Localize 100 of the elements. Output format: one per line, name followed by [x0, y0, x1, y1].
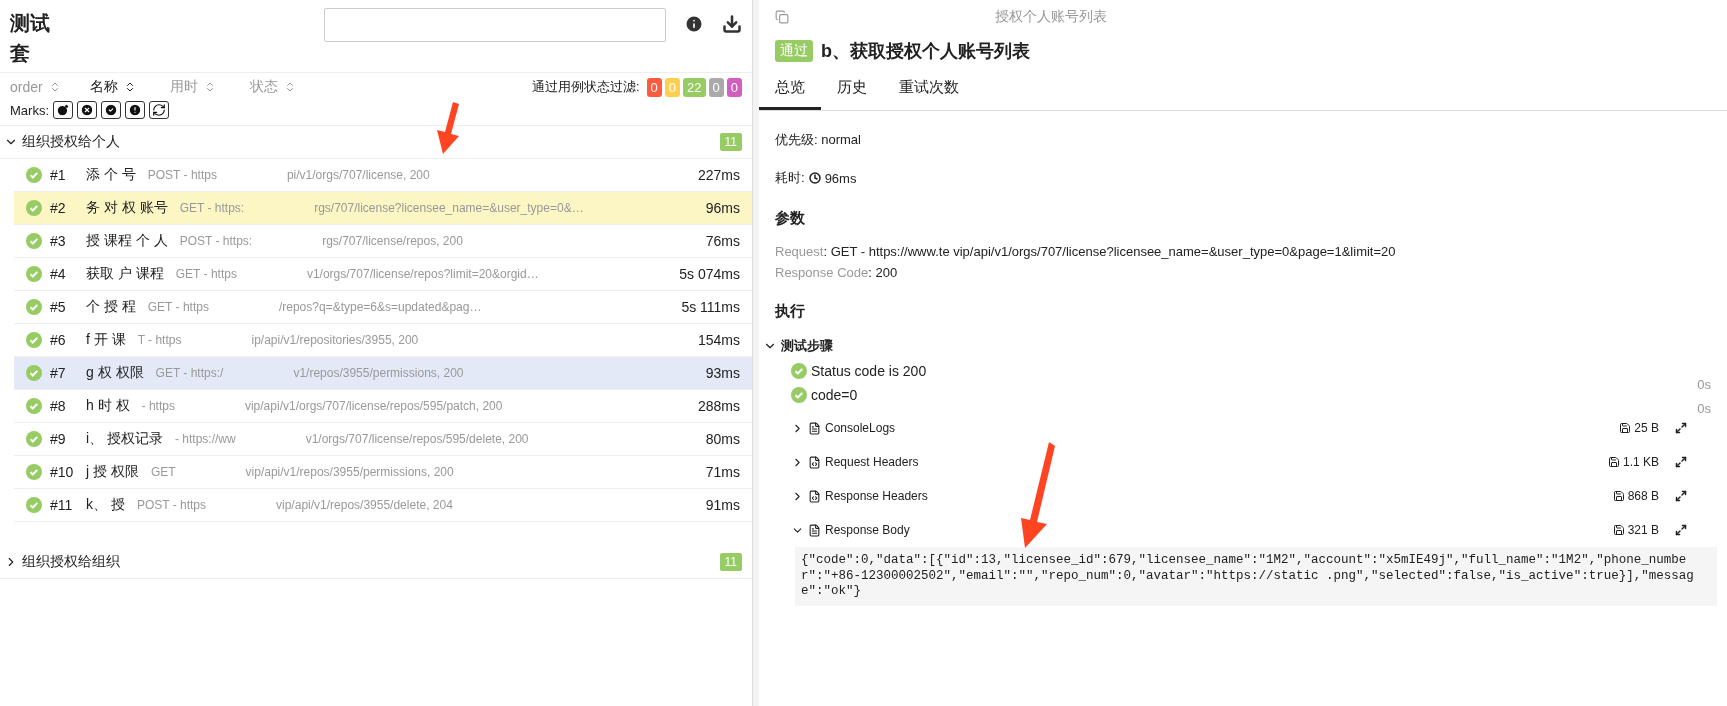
check-circle-icon: [26, 167, 42, 183]
copy-icon[interactable]: [775, 10, 789, 24]
test-title: b、获取授权个人账号列表: [821, 40, 1030, 63]
sort-icon: [124, 81, 136, 93]
test-number: #10: [50, 464, 75, 480]
test-number: #3: [50, 233, 67, 249]
test-name: f 开 课: [86, 331, 126, 349]
test-duration: 76ms: [705, 233, 740, 249]
sort-icon: [284, 81, 296, 93]
test-duration: 288ms: [697, 398, 740, 414]
request-method: GET - https: [147, 300, 209, 314]
request-url: v1/orgs/707/license/repos/595/delete, 200: [305, 432, 529, 446]
priority-text: 优先级: normal: [775, 131, 862, 149]
attachment-size: 321 B: [1627, 523, 1659, 537]
attachment-size: 868 B: [1627, 489, 1659, 503]
test-number: #2: [50, 200, 67, 216]
test-duration: 154ms: [697, 332, 740, 348]
check-circle-icon: [26, 200, 42, 216]
test-duration: 5s 074ms: [679, 266, 740, 282]
tab[interactable]: 重试次数: [883, 68, 975, 110]
test-duration: 91ms: [705, 497, 740, 513]
filter-label: 通过用例状态过滤:: [531, 78, 640, 96]
attachment-row[interactable]: Response Headers 868 B: [791, 479, 1727, 513]
section-heading: 参数: [775, 209, 806, 228]
request-method: GET - https: [175, 267, 237, 281]
save-icon: [1607, 456, 1620, 468]
attachment-name: ConsoleLogs: [825, 421, 896, 435]
test-number: #9: [50, 431, 67, 447]
info-icon[interactable]: [684, 14, 704, 34]
search-field[interactable]: [323, 8, 666, 42]
request-url: rgs/707/license/repos, 200: [322, 234, 463, 248]
test-name: i、 授权记录: [86, 430, 163, 448]
request-method: GET: [150, 465, 176, 479]
check-circle-icon: [26, 266, 42, 282]
test-number: #5: [50, 299, 67, 315]
test-duration: 71ms: [705, 464, 740, 480]
request-method: POST - https: [147, 168, 217, 182]
alert-icon[interactable]: [125, 101, 145, 119]
step-duration: 0s: [1697, 377, 1711, 392]
group-name: 组织授权给个人: [22, 133, 120, 151]
request-url: ip/api/v1/repositories/3955, 200: [251, 333, 419, 347]
suite-title: 测试套: [10, 11, 51, 66]
attachment-name: Request Headers: [825, 455, 919, 469]
refresh-icon[interactable]: [149, 101, 169, 119]
test-number: #6: [50, 332, 67, 348]
attachment-name: Response Body: [825, 523, 910, 537]
expand-icon[interactable]: [1675, 456, 1687, 468]
bomb-icon[interactable]: [53, 101, 73, 119]
check-circle-icon: [26, 431, 42, 447]
test-name: 务 对 权 账号: [86, 199, 168, 217]
test-row[interactable]: #7 g 权 权限 GET - https:/ v1/repos/3955/permissions, 200 93ms: [14, 357, 752, 390]
test-number: #1: [50, 167, 67, 183]
save-icon: [1612, 524, 1625, 536]
attachment-row[interactable]: Response Body 321 B: [791, 513, 1727, 547]
request-url: /repos?q=&type=6&s=updated&pag…: [278, 300, 482, 314]
duration-value: 96ms: [824, 170, 857, 186]
check-circle-icon: [26, 365, 42, 381]
attachment-name: Response Headers: [825, 489, 928, 503]
test-name: 添 个 号: [86, 166, 136, 184]
breadcrumb: 授权个人账号列表: [995, 8, 1107, 26]
group-count: 11: [719, 133, 742, 151]
attachment-size: 1.1 KB: [1622, 455, 1659, 469]
download-icon[interactable]: [722, 14, 742, 34]
close-circle-icon[interactable]: [77, 101, 97, 119]
annotation-arrow: [435, 100, 461, 156]
sort-header[interactable]: 名称: [90, 78, 170, 96]
attachment-row[interactable]: Request Headers 1.1 KB: [791, 445, 1727, 479]
check-circle-icon: [26, 233, 42, 249]
group-row[interactable]: 组织授权给组织 11: [0, 546, 752, 579]
request-method: - https://ww: [175, 432, 236, 446]
test-duration: 227ms: [697, 167, 740, 183]
test-number: #11: [50, 497, 74, 513]
check-circle-icon: [26, 497, 42, 513]
file-icon: [808, 421, 821, 435]
expand-icon[interactable]: [1675, 524, 1687, 536]
request-url: vip/api/v1/repos/3955/delete, 204: [276, 498, 453, 512]
sort-icon: [204, 81, 216, 93]
test-duration: 96ms: [705, 200, 740, 216]
group-name: 组织授权给组织: [22, 553, 120, 571]
clock-icon: [808, 172, 821, 184]
test-name: k、 授: [86, 496, 125, 514]
steps-heading: 测试步骤: [781, 337, 833, 355]
check-circle-icon[interactable]: [101, 101, 121, 119]
tab[interactable]: 历史: [821, 68, 883, 110]
test-duration: 5s 111ms: [681, 299, 740, 315]
status-badge: 通过: [775, 40, 813, 62]
expand-icon[interactable]: [1675, 490, 1687, 502]
check-circle-icon: [26, 332, 42, 348]
check-circle-icon: [26, 299, 42, 315]
request-url: vip/api/v1/repos/3955/permissions, 200: [245, 465, 454, 479]
test-name: 个 授 程: [86, 298, 136, 316]
tab[interactable]: 总览: [759, 68, 821, 110]
test-row[interactable]: #2 务 对 权 账号 GET - https: rgs/707/license?licensee_name=&user_type=0&… 96ms: [14, 192, 752, 225]
test-name: g 权 权限: [86, 364, 144, 382]
attachment-size: 25 B: [1634, 421, 1659, 435]
request-url: v1/orgs/707/license/repos?limit=20&orgid…: [306, 267, 539, 281]
test-name: h 时 权: [86, 397, 130, 415]
request-method: T - https: [137, 333, 182, 347]
expand-icon[interactable]: [1675, 422, 1687, 434]
test-number: #8: [50, 398, 67, 414]
